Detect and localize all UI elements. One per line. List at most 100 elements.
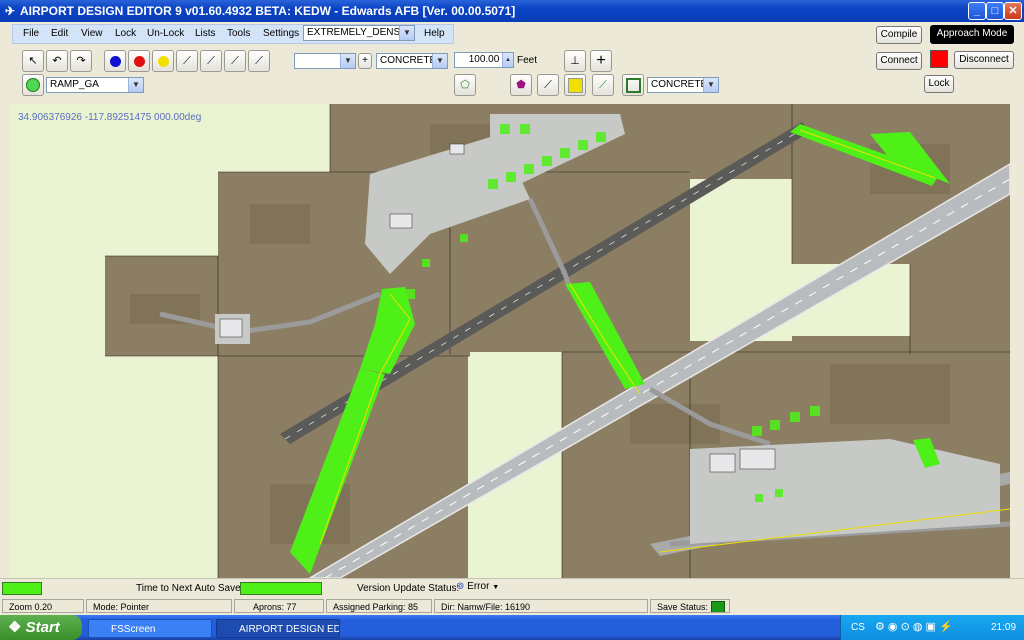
link-r-icon: ⟋	[231, 55, 239, 67]
menu-view[interactable]: View	[81, 28, 103, 39]
menu-tools[interactable]: Tools	[227, 28, 250, 39]
chevron-down-icon: ▼	[399, 26, 414, 40]
plus-icon: +	[596, 52, 606, 69]
zoom-status: Zoom 0.20	[2, 599, 84, 613]
autosave-bar: Time to Next Auto Save: Version Update S…	[0, 578, 1024, 598]
chevron-down-icon: ▼	[128, 78, 143, 92]
spinner-icon[interactable]: ▲	[502, 53, 513, 67]
pentagon-icon: ⬠	[460, 79, 470, 91]
surface-select-2-value: CONCRETE	[651, 79, 708, 90]
airport-map-canvas[interactable]: 34.906376926 -117.89251475 000.00deg	[10, 104, 1010, 578]
width-unit-label: Feet	[517, 55, 538, 66]
link-line-icon: ⟋	[544, 79, 552, 91]
pentagon-icon: ⬟	[516, 79, 526, 91]
status-bar: Zoom 0.20 Mode: Pointer Aprons: 77 Assig…	[0, 598, 1024, 615]
connection-status-indicator	[930, 50, 948, 68]
menu-help[interactable]: Help	[424, 28, 445, 39]
redo-button[interactable]: ↷	[70, 50, 92, 72]
compile-button[interactable]: Compile	[876, 26, 922, 44]
red-node-button[interactable]	[128, 50, 150, 72]
task-airport-design-editor[interactable]: AIRPORT DESIGN ED...	[216, 619, 340, 638]
pointer-tool-button[interactable]: ↖	[22, 50, 44, 72]
menu-unlock[interactable]: Un-Lock	[147, 28, 184, 39]
add-taxiway-name-button[interactable]: +	[358, 53, 372, 69]
blue-node-button[interactable]	[104, 50, 126, 72]
version-status-value: Error	[467, 581, 490, 592]
save-status-label: Save Status:	[657, 602, 709, 612]
approach-mode-button[interactable]: Approach Mode	[930, 25, 1014, 44]
version-status-label: Version Update Status:	[357, 583, 460, 594]
lock-button[interactable]: Lock	[924, 75, 954, 93]
yellow-dot-icon	[157, 55, 169, 67]
link-c-button[interactable]: ⟋	[248, 50, 270, 72]
chevron-down-icon: ▼	[432, 54, 447, 68]
window-title: AIRPORT DESIGN EDITOR 9 v01.60.4932 BETA…	[20, 4, 516, 18]
dir-status: Dir: Namw/File: 16190	[434, 599, 648, 613]
fill-color-button[interactable]	[564, 74, 586, 96]
green-circle-icon	[26, 78, 40, 93]
line-c-tool-button[interactable]: ⟋	[537, 74, 559, 96]
connect-button[interactable]: Connect	[876, 52, 922, 70]
task-ade-label: AIRPORT DESIGN ED...	[239, 624, 340, 635]
close-button[interactable]: ✕	[1004, 2, 1022, 20]
save-status-indicator	[710, 601, 725, 612]
width-input[interactable]: 100.00 ▲	[454, 52, 514, 68]
title-bar[interactable]: ✈ AIRPORT DESIGN EDITOR 9 v01.60.4932 BE…	[0, 0, 1024, 22]
task-fsscreen[interactable]: FSScreen	[88, 619, 212, 638]
menu-lists[interactable]: Lists	[195, 28, 216, 39]
start-button[interactable]: ❖ Start	[0, 615, 82, 640]
surface-select-2[interactable]: CONCRETE ▼	[647, 77, 719, 93]
taxi-link-button[interactable]: ⟋	[176, 50, 198, 72]
width-input-value: 100.00	[468, 54, 500, 65]
surface-select-1[interactable]: CONCRETE ▼	[376, 53, 448, 69]
apron-tool-button[interactable]: ⬠	[454, 74, 476, 96]
yellow-square-icon	[567, 77, 583, 93]
undo-icon: ↶	[52, 55, 62, 67]
surface-select-1-value: CONCRETE	[380, 55, 437, 66]
red-dot-icon	[133, 55, 145, 67]
version-status-dropdown[interactable]: ⊚ Error ▼	[456, 581, 499, 592]
menu-edit[interactable]: Edit	[51, 28, 68, 39]
menu-settings[interactable]: Settings	[263, 28, 299, 39]
menu-file[interactable]: File	[23, 28, 39, 39]
ruler-icon: ⊥	[570, 55, 580, 67]
blue-dot-icon	[109, 55, 121, 67]
chevron-down-icon: ▼	[492, 584, 500, 591]
edge-line-button[interactable]: ⟋	[592, 74, 614, 96]
parking-tool-button[interactable]	[22, 74, 44, 96]
tray-icons[interactable]: ⚙ ◉ ⊙ ◍ ▣ ⚡	[875, 620, 953, 633]
undo-button[interactable]: ↶	[46, 50, 68, 72]
cursor-arrow-icon: ↖	[28, 55, 38, 67]
airport-map-drawing	[105, 104, 1010, 578]
clock: 21:09	[991, 622, 1017, 633]
maximize-button[interactable]: □	[986, 2, 1004, 20]
yellow-node-button[interactable]	[152, 50, 174, 72]
chevron-down-icon: ▼	[340, 54, 355, 68]
ruler-tool-button[interactable]: ⊥	[564, 50, 586, 72]
aprons-status: Aprons: 77	[234, 599, 324, 613]
disconnect-button[interactable]: Disconnect	[954, 51, 1014, 69]
language-indicator[interactable]: CS	[851, 622, 865, 633]
link-line-icon: ⟋	[183, 55, 191, 67]
boundary-tool-button[interactable]: ⬟	[510, 74, 532, 96]
mode-status: Mode: Pointer	[86, 599, 232, 613]
taxiway-name-select[interactable]: ▼	[294, 53, 356, 69]
density-select[interactable]: EXTREMELY_DENSE ▼	[303, 25, 415, 41]
crosshair-tool-button[interactable]: +	[590, 50, 612, 72]
link-a-icon: ⟋	[207, 55, 215, 67]
parking-type-select[interactable]: RAMP_GA ▼	[46, 77, 144, 93]
parking-type-value: RAMP_GA	[50, 79, 99, 90]
menu-bar: File Edit View Lock Un-Lock Lists Tools …	[12, 24, 454, 44]
network-icon: ⊚	[456, 581, 465, 592]
autosave-progress	[240, 582, 322, 595]
resize-tool-button[interactable]	[622, 74, 644, 96]
link-a-button[interactable]: ⟋	[200, 50, 222, 72]
chevron-down-icon: ▼	[703, 78, 718, 92]
link-r-button[interactable]: ⟋	[224, 50, 246, 72]
app-icon: ✈	[4, 4, 16, 18]
autosave-progress-fill	[241, 583, 321, 594]
menu-lock[interactable]: Lock	[115, 28, 136, 39]
density-select-value: EXTREMELY_DENSE	[307, 27, 407, 38]
save-status: Save Status:	[650, 599, 730, 613]
minimize-button[interactable]: _	[968, 2, 986, 20]
